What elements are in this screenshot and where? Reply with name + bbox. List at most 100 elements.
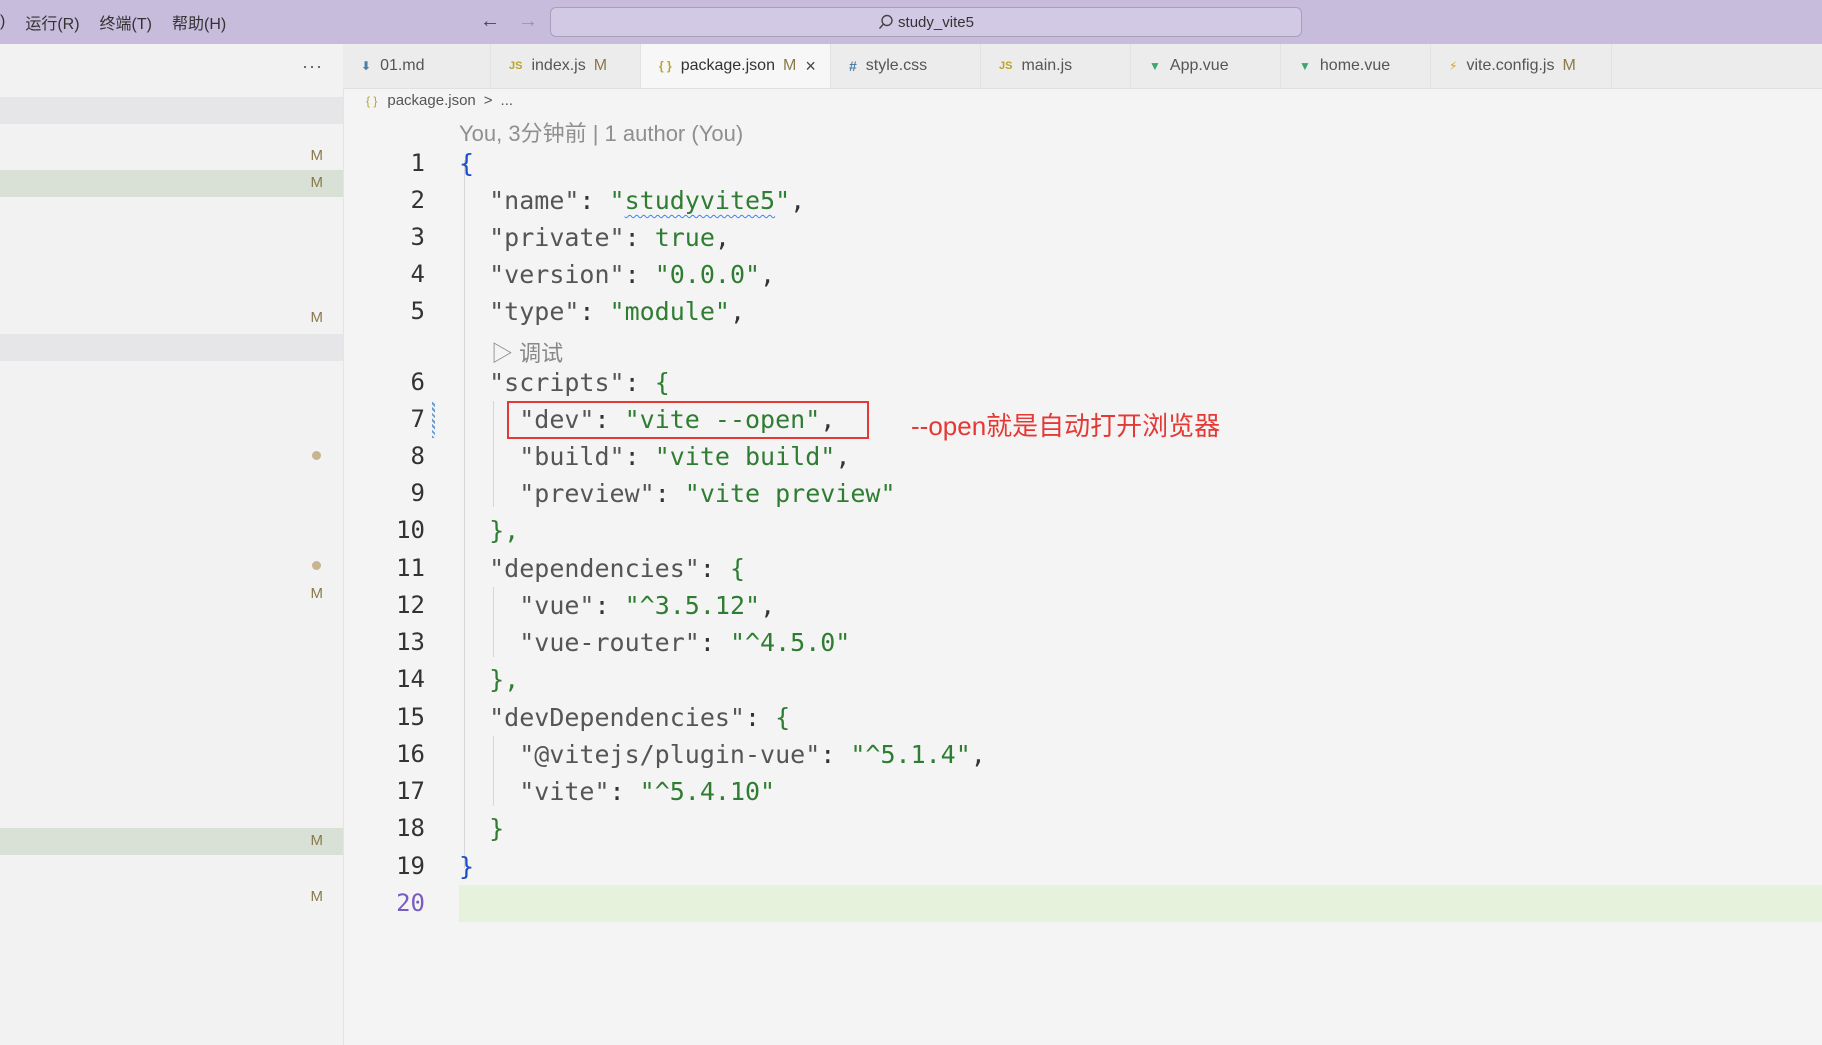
explorer-sidebar: ··· M M M M M M	[0, 44, 344, 1045]
explorer-row-selected[interactable]: M	[0, 170, 343, 197]
line-number: 18	[396, 814, 425, 842]
tab-01-md[interactable]: ⬇ 01.md	[343, 44, 491, 88]
explorer-row[interactable]: M	[0, 305, 343, 332]
code-line: 13 "vue-router": "^4.5.0"	[343, 624, 1822, 661]
git-blame-lens[interactable]: You, 3分钟前 | 1 author (You)	[459, 116, 743, 148]
menu-help[interactable]: 帮助(H)	[172, 10, 226, 34]
code-line: 9 "preview": "vite preview"	[343, 475, 1822, 512]
tab-modified-badge: M	[593, 57, 608, 74]
code-line: 16 "@vitejs/plugin-vue": "^5.1.4",	[343, 736, 1822, 773]
explorer-row[interactable]	[0, 334, 343, 361]
code-line: 5 "type": "module",	[343, 293, 1822, 330]
explorer-row[interactable]	[0, 552, 343, 579]
modified-badge: M	[310, 585, 324, 602]
json-key: "scripts"	[489, 368, 625, 397]
tab-vite-config-js[interactable]: ⚡ vite.config.js M	[1431, 44, 1612, 88]
tab-label: style.css	[865, 57, 928, 74]
code-line: 15 "devDependencies": {	[343, 699, 1822, 736]
breadcrumb: { } package.json > ...	[366, 92, 513, 109]
menu-run[interactable]: 运行(R)	[25, 10, 79, 34]
code-line: 12 "vue": "^3.5.12",	[343, 587, 1822, 624]
editor-tabs: ⬇ 01.md JS index.js M { } package.json M…	[343, 44, 1822, 89]
back-arrow-icon[interactable]: ←	[480, 10, 500, 33]
explorer-row[interactable]: M	[0, 884, 343, 911]
explorer-row[interactable]: M	[0, 828, 343, 855]
tab-app-vue[interactable]: ▼ App.vue	[1131, 44, 1281, 88]
code-line: 11 "dependencies": {	[343, 550, 1822, 587]
json-string: "^5.1.4"	[850, 740, 971, 769]
json-string: "^5.4.10"	[639, 777, 776, 806]
more-actions-icon[interactable]: ···	[302, 56, 323, 77]
json-key: "build"	[519, 442, 625, 471]
json-boolean: true	[654, 223, 715, 252]
vue-icon: ▼	[1149, 59, 1161, 73]
tab-label: App.vue	[1169, 57, 1229, 74]
code-line: 4 "version": "0.0.0",	[343, 256, 1822, 293]
line-number: 7	[410, 405, 425, 433]
untracked-dot-icon	[312, 451, 321, 460]
explorer-row[interactable]	[0, 97, 343, 124]
search-icon	[879, 14, 893, 29]
code-line: 3 "private": true,	[343, 219, 1822, 256]
tab-index-js[interactable]: JS index.js M	[491, 44, 641, 88]
menu-partial[interactable]: )	[0, 13, 5, 31]
modified-badge: M	[310, 309, 324, 326]
json-string: "vite preview"	[684, 479, 896, 508]
tab-home-vue[interactable]: ▼ home.vue	[1281, 44, 1431, 88]
explorer-row[interactable]: M	[0, 143, 343, 170]
tab-label: package.json	[680, 57, 775, 74]
code-editor[interactable]: You, 3分钟前 | 1 author (You) 1 { 2 "name":…	[343, 110, 1822, 1045]
vite-icon: ⚡	[1449, 59, 1458, 73]
modified-badge: M	[310, 147, 324, 164]
markdown-icon: ⬇	[361, 59, 372, 73]
tab-package-json[interactable]: { } package.json M ×	[641, 44, 831, 88]
line-number: 3	[410, 223, 425, 251]
json-string: "vite build"	[654, 442, 836, 471]
line-number: 13	[396, 628, 425, 656]
annotation-highlight-box	[507, 401, 869, 439]
json-string: studyvite5	[624, 186, 776, 215]
json-key: "devDependencies"	[489, 703, 745, 732]
json-key: "type"	[489, 297, 580, 326]
code-line: 10 },	[343, 512, 1822, 549]
tab-label: main.js	[1021, 57, 1073, 74]
code-line-current: 20	[343, 885, 1822, 922]
css-icon: #	[849, 58, 857, 74]
breadcrumb-file[interactable]: package.json	[387, 92, 475, 109]
line-number: 6	[410, 368, 425, 396]
menu-terminal[interactable]: 终端(T)	[100, 10, 152, 34]
search-text: study_vite5	[898, 13, 974, 31]
json-icon: { }	[659, 59, 672, 73]
command-center-search[interactable]: study_vite5	[550, 7, 1302, 37]
tab-modified-badge: M	[782, 57, 797, 74]
json-string: "^4.5.0"	[729, 628, 851, 657]
code-line: 18 }	[343, 810, 1822, 847]
tab-main-js[interactable]: JS main.js	[981, 44, 1131, 88]
vue-icon: ▼	[1299, 59, 1311, 73]
line-number: 9	[410, 479, 425, 507]
tab-style-css[interactable]: # style.css	[831, 44, 981, 88]
close-icon[interactable]: ×	[805, 56, 816, 77]
code-line: 19 }	[343, 848, 1822, 885]
brace: }	[489, 814, 505, 843]
code-line: 6 "scripts": {	[343, 364, 1822, 401]
line-number: 17	[396, 777, 425, 805]
explorer-row[interactable]	[0, 442, 343, 469]
line-number: 15	[396, 703, 425, 731]
json-string: "^3.5.12"	[624, 591, 761, 620]
tab-label: index.js	[531, 57, 586, 74]
code-line: 17 "vite": "^5.4.10"	[343, 773, 1822, 810]
tab-label: 01.md	[380, 57, 425, 74]
line-number: 10	[396, 516, 425, 544]
line-number: 11	[396, 554, 425, 582]
forward-arrow-icon[interactable]: →	[518, 10, 538, 33]
breadcrumb-more[interactable]: ...	[501, 92, 514, 109]
tab-label: vite.config.js	[1466, 57, 1555, 74]
tab-modified-badge: M	[1562, 57, 1576, 74]
line-number: 4	[410, 260, 425, 288]
json-key: "name"	[489, 186, 580, 215]
brace: },	[489, 665, 520, 694]
brace: {	[459, 149, 475, 178]
json-key: "dependencies"	[489, 554, 700, 583]
explorer-row[interactable]: M	[0, 581, 343, 608]
